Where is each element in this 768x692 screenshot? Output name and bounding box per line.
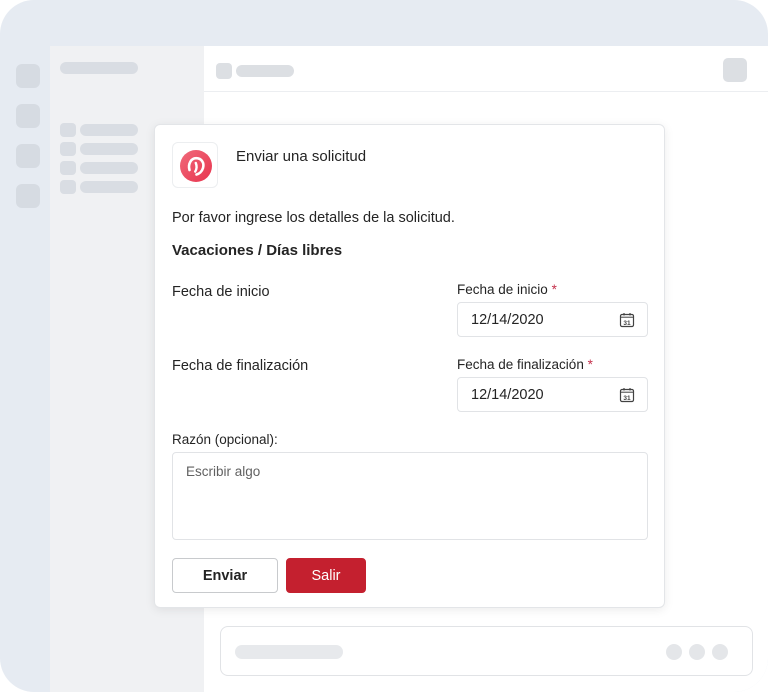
rail-icon-3[interactable]	[16, 144, 40, 168]
send-button[interactable]: Enviar	[172, 558, 278, 593]
reason-placeholder: Escribir algo	[186, 464, 261, 479]
end-date-row-label: Fecha de finalización	[172, 358, 309, 374]
dialog-title: Enviar una solicitud	[236, 148, 367, 165]
message-composer[interactable]	[220, 626, 753, 676]
sidebar-item-label-placeholder	[80, 181, 138, 193]
composer-placeholder	[235, 645, 343, 659]
composer-action-icon[interactable]	[666, 644, 682, 660]
start-date-field-label: Fecha de inicio *	[457, 282, 557, 297]
rail-icon-1[interactable]	[16, 64, 40, 88]
rail-icon-2[interactable]	[16, 104, 40, 128]
dialog-intro-text: Por favor ingrese los detalles de la sol…	[172, 210, 455, 226]
reason-label: Razón (opcional):	[172, 432, 278, 447]
top-bar-action-icon[interactable]	[723, 58, 747, 82]
calendar-icon[interactable]: 31	[619, 387, 635, 403]
start-date-picker[interactable]: 12/14/2020 31	[457, 302, 648, 337]
sidebar-item-icon	[60, 161, 76, 175]
reason-textarea[interactable]: Escribir algo	[172, 452, 648, 540]
calendar-icon-number: 31	[623, 395, 631, 402]
end-date-field-label: Fecha de finalización *	[457, 357, 593, 372]
app-tile	[172, 142, 218, 188]
composer-action-icon[interactable]	[712, 644, 728, 660]
sidebar-item-icon	[60, 142, 76, 156]
calendar-icon-number: 31	[623, 320, 631, 327]
start-date-field-label-text: Fecha de inicio	[457, 282, 548, 297]
sidebar-item-icon	[60, 180, 76, 194]
exit-button[interactable]: Salir	[286, 558, 366, 593]
sidebar-item-label-placeholder	[80, 124, 138, 136]
required-mark: *	[551, 282, 557, 297]
required-mark: *	[587, 357, 593, 372]
sidebar-title-placeholder	[60, 62, 138, 74]
sidebar-item-icon	[60, 123, 76, 137]
end-date-value: 12/14/2020	[471, 387, 544, 403]
calendar-icon[interactable]: 31	[619, 312, 635, 328]
top-bar-icon[interactable]	[216, 63, 232, 79]
top-bar	[204, 46, 768, 92]
start-date-value: 12/14/2020	[471, 312, 544, 328]
sidebar-item-label-placeholder	[80, 162, 138, 174]
app-window-frame: Enviar una solicitud Por favor ingrese l…	[0, 0, 768, 692]
start-date-row-label: Fecha de inicio	[172, 284, 270, 300]
top-bar-title-placeholder	[236, 65, 294, 77]
sidebar-item-label-placeholder	[80, 143, 138, 155]
app-logo-icon	[180, 150, 212, 182]
rail-icon-4[interactable]	[16, 184, 40, 208]
end-date-picker[interactable]: 12/14/2020 31	[457, 377, 648, 412]
request-dialog-card: Enviar una solicitud Por favor ingrese l…	[154, 124, 665, 608]
section-title: Vacaciones / Días libres	[172, 242, 343, 259]
end-date-field-label-text: Fecha de finalización	[457, 357, 584, 372]
composer-action-icon[interactable]	[689, 644, 705, 660]
